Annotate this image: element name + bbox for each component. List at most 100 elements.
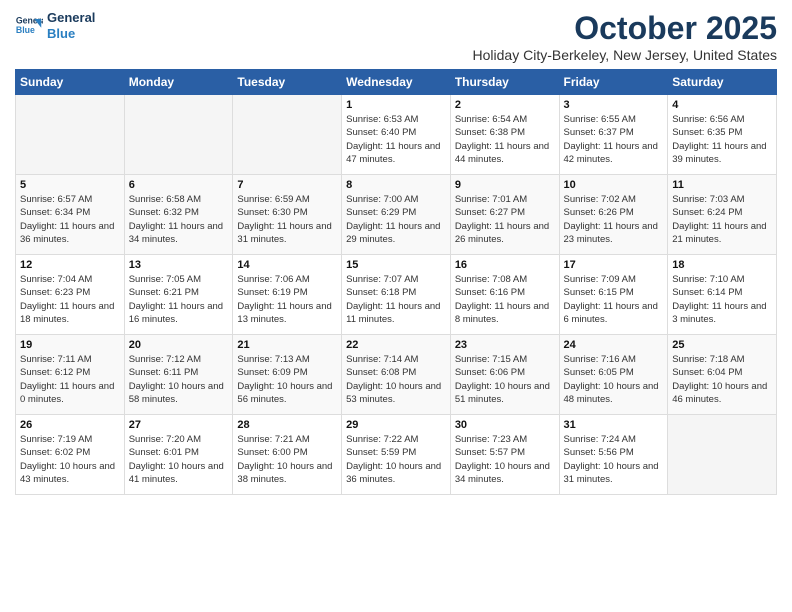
calendar-cell: 30 Sunrise: 7:23 AMSunset: 5:57 PMDayligh… (450, 415, 559, 495)
svg-text:Blue: Blue (16, 25, 35, 35)
weekday-header: Tuesday (233, 70, 342, 95)
calendar-cell (16, 95, 125, 175)
day-number: 18 (672, 259, 772, 271)
title-area: October 2025 Holiday City-Berkeley, New … (473, 10, 777, 63)
day-number: 29 (346, 419, 446, 431)
calendar-cell (233, 95, 342, 175)
logo-icon: General Blue (15, 12, 43, 40)
day-info: Sunrise: 7:18 AMSunset: 6:04 PMDaylight:… (672, 353, 772, 406)
day-number: 14 (237, 259, 337, 271)
day-info: Sunrise: 7:12 AMSunset: 6:11 PMDaylight:… (129, 353, 229, 406)
logo: General Blue General Blue (15, 10, 95, 41)
day-number: 13 (129, 259, 229, 271)
subtitle: Holiday City-Berkeley, New Jersey, Unite… (473, 47, 777, 63)
calendar-cell: 14 Sunrise: 7:06 AMSunset: 6:19 PMDayligh… (233, 255, 342, 335)
calendar-cell: 24Sunrise: 7:16 AMSunset: 6:05 PMDayligh… (559, 335, 668, 415)
day-info: Sunrise: 7:14 AMSunset: 6:08 PMDaylight:… (346, 353, 446, 406)
day-number: 15 (346, 259, 446, 271)
calendar-cell: 31Sunrise: 7:24 AMSunset: 5:56 PMDayligh… (559, 415, 668, 495)
calendar-cell: 15 Sunrise: 7:07 AMSunset: 6:18 PMDayligh… (342, 255, 451, 335)
day-info: Sunrise: 7:22 AMSunset: 5:59 PMDaylight:… (346, 433, 446, 486)
day-number: 25 (672, 339, 772, 351)
day-number: 4 (672, 99, 772, 111)
day-number: 6 (129, 179, 229, 191)
calendar-cell: 7 Sunrise: 6:59 AMSunset: 6:30 PMDaylight… (233, 175, 342, 255)
day-info: Sunrise: 7:11 AMSunset: 6:12 PMDaylight:… (20, 353, 120, 406)
calendar-cell: 10Sunrise: 7:02 AMSunset: 6:26 PMDayligh… (559, 175, 668, 255)
day-number: 28 (237, 419, 337, 431)
day-number: 31 (564, 419, 664, 431)
weekday-header: Monday (124, 70, 233, 95)
calendar-cell: 27Sunrise: 7:20 AMSunset: 6:01 PMDayligh… (124, 415, 233, 495)
calendar-cell: 12 Sunrise: 7:04 AMSunset: 6:23 PMDayligh… (16, 255, 125, 335)
day-info: Sunrise: 7:06 AMSunset: 6:19 PMDaylight:… (237, 273, 337, 326)
month-title: October 2025 (473, 10, 777, 47)
calendar-cell (124, 95, 233, 175)
calendar-cell: 29 Sunrise: 7:22 AMSunset: 5:59 PMDayligh… (342, 415, 451, 495)
day-number: 19 (20, 339, 120, 351)
calendar-table: SundayMondayTuesdayWednesdayThursdayFrid… (15, 69, 777, 495)
logo-text-blue: Blue (47, 26, 95, 42)
calendar-cell: 2 Sunrise: 6:54 AMSunset: 6:38 PMDaylight… (450, 95, 559, 175)
day-info: Sunrise: 7:19 AMSunset: 6:02 PMDaylight:… (20, 433, 120, 486)
day-number: 10 (564, 179, 664, 191)
day-number: 17 (564, 259, 664, 271)
day-info: Sunrise: 7:08 AMSunset: 6:16 PMDaylight:… (455, 273, 555, 326)
calendar-cell: 26Sunrise: 7:19 AMSunset: 6:02 PMDayligh… (16, 415, 125, 495)
page-header: General Blue General Blue October 2025 H… (15, 10, 777, 63)
day-info: Sunrise: 7:23 AMSunset: 5:57 PMDaylight:… (455, 433, 555, 486)
day-number: 5 (20, 179, 120, 191)
day-info: Sunrise: 7:09 AMSunset: 6:15 PMDaylight:… (564, 273, 664, 326)
day-number: 27 (129, 419, 229, 431)
day-info: Sunrise: 6:53 AMSunset: 6:40 PMDaylight:… (346, 113, 446, 166)
day-info: Sunrise: 7:04 AMSunset: 6:23 PMDaylight:… (20, 273, 120, 326)
day-number: 23 (455, 339, 555, 351)
day-number: 3 (564, 99, 664, 111)
calendar-cell: 22Sunrise: 7:14 AMSunset: 6:08 PMDayligh… (342, 335, 451, 415)
calendar-week-row: 1Sunrise: 6:53 AMSunset: 6:40 PMDaylight… (16, 95, 777, 175)
calendar-cell (668, 415, 777, 495)
calendar-cell: 6 Sunrise: 6:58 AMSunset: 6:32 PMDaylight… (124, 175, 233, 255)
weekday-header: Friday (559, 70, 668, 95)
day-info: Sunrise: 6:58 AMSunset: 6:32 PMDaylight:… (129, 193, 229, 246)
calendar-week-row: 12 Sunrise: 7:04 AMSunset: 6:23 PMDayligh… (16, 255, 777, 335)
day-number: 7 (237, 179, 337, 191)
weekday-header: Sunday (16, 70, 125, 95)
calendar-cell: 18 Sunrise: 7:10 AMSunset: 6:14 PMDayligh… (668, 255, 777, 335)
calendar-week-row: 19 Sunrise: 7:11 AMSunset: 6:12 PMDayligh… (16, 335, 777, 415)
calendar-cell: 21Sunrise: 7:13 AMSunset: 6:09 PMDayligh… (233, 335, 342, 415)
day-number: 2 (455, 99, 555, 111)
day-info: Sunrise: 6:54 AMSunset: 6:38 PMDaylight:… (455, 113, 555, 166)
day-info: Sunrise: 7:01 AMSunset: 6:27 PMDaylight:… (455, 193, 555, 246)
day-info: Sunrise: 7:21 AMSunset: 6:00 PMDaylight:… (237, 433, 337, 486)
day-info: Sunrise: 6:55 AMSunset: 6:37 PMDaylight:… (564, 113, 664, 166)
day-info: Sunrise: 7:05 AMSunset: 6:21 PMDaylight:… (129, 273, 229, 326)
day-number: 9 (455, 179, 555, 191)
calendar-cell: 23 Sunrise: 7:15 AMSunset: 6:06 PMDayligh… (450, 335, 559, 415)
day-info: Sunrise: 6:59 AMSunset: 6:30 PMDaylight:… (237, 193, 337, 246)
calendar-cell: 25 Sunrise: 7:18 AMSunset: 6:04 PMDayligh… (668, 335, 777, 415)
calendar-cell: 3 Sunrise: 6:55 AMSunset: 6:37 PMDaylight… (559, 95, 668, 175)
calendar-week-row: 26Sunrise: 7:19 AMSunset: 6:02 PMDayligh… (16, 415, 777, 495)
weekday-header: Thursday (450, 70, 559, 95)
day-number: 16 (455, 259, 555, 271)
day-info: Sunrise: 7:03 AMSunset: 6:24 PMDaylight:… (672, 193, 772, 246)
calendar-cell: 17 Sunrise: 7:09 AMSunset: 6:15 PMDayligh… (559, 255, 668, 335)
day-number: 8 (346, 179, 446, 191)
day-number: 21 (237, 339, 337, 351)
day-info: Sunrise: 7:15 AMSunset: 6:06 PMDaylight:… (455, 353, 555, 406)
day-number: 12 (20, 259, 120, 271)
logo-text-general: General (47, 10, 95, 26)
day-number: 24 (564, 339, 664, 351)
calendar-cell: 13 Sunrise: 7:05 AMSunset: 6:21 PMDayligh… (124, 255, 233, 335)
weekday-header: Wednesday (342, 70, 451, 95)
calendar-cell: 5 Sunrise: 6:57 AMSunset: 6:34 PMDaylight… (16, 175, 125, 255)
day-number: 30 (455, 419, 555, 431)
header-row: SundayMondayTuesdayWednesdayThursdayFrid… (16, 70, 777, 95)
day-info: Sunrise: 7:07 AMSunset: 6:18 PMDaylight:… (346, 273, 446, 326)
calendar-cell: 20Sunrise: 7:12 AMSunset: 6:11 PMDayligh… (124, 335, 233, 415)
calendar-cell: 8 Sunrise: 7:00 AMSunset: 6:29 PMDaylight… (342, 175, 451, 255)
day-info: Sunrise: 7:00 AMSunset: 6:29 PMDaylight:… (346, 193, 446, 246)
day-info: Sunrise: 6:57 AMSunset: 6:34 PMDaylight:… (20, 193, 120, 246)
day-info: Sunrise: 7:10 AMSunset: 6:14 PMDaylight:… (672, 273, 772, 326)
